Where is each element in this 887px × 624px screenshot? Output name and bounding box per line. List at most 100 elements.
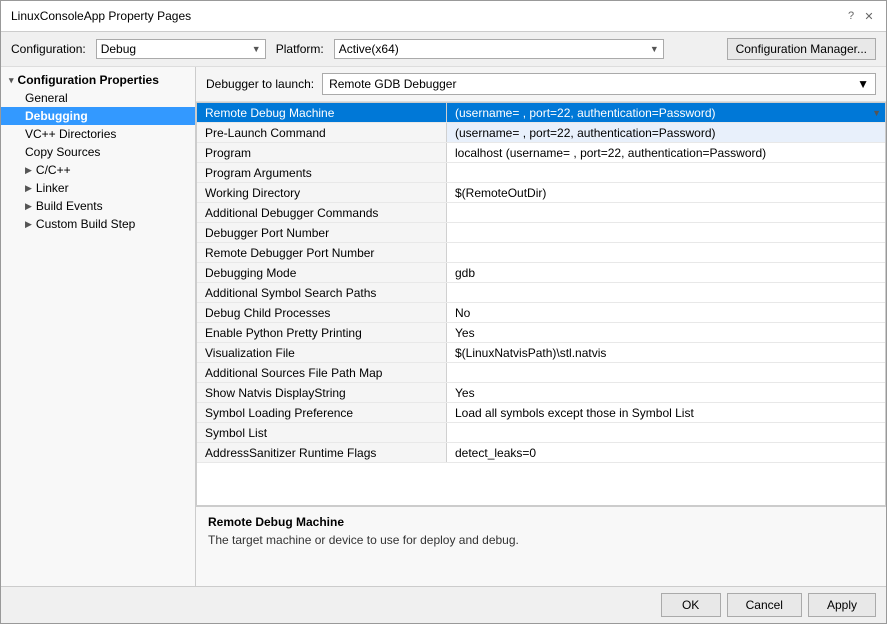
tree-arrow-icon: ▶ bbox=[25, 165, 32, 176]
sidebar-item-label: Linker bbox=[36, 181, 69, 195]
content-area: ▾ Configuration Properties General Debuggin… bbox=[1, 67, 886, 586]
debugger-arrow-icon: ▼ bbox=[857, 77, 869, 91]
sidebar-item-label: Debugging bbox=[25, 109, 88, 123]
sidebar-item-label: Configuration Properties bbox=[18, 73, 159, 87]
prop-value: $(RemoteOutDir) bbox=[447, 183, 885, 202]
prop-value bbox=[447, 243, 885, 262]
title-bar: LinuxConsoleApp Property Pages ? ✕ bbox=[1, 1, 886, 32]
tree-arrow-icon: ▶ bbox=[25, 201, 32, 212]
sidebar-item-label: Copy Sources bbox=[25, 145, 100, 159]
debugger-label: Debugger to launch: bbox=[206, 77, 314, 91]
prop-value: Load all symbols except those in Symbol … bbox=[447, 403, 885, 422]
table-row[interactable]: Debugging Modegdb bbox=[197, 263, 885, 283]
sidebar-item-linker[interactable]: ▶ Linker bbox=[1, 179, 195, 197]
table-row[interactable]: Symbol Loading PreferenceLoad all symbol… bbox=[197, 403, 885, 423]
prop-name: Working Directory bbox=[197, 183, 447, 202]
table-row[interactable]: Program Arguments bbox=[197, 163, 885, 183]
info-panel: Remote Debug Machine The target machine … bbox=[196, 506, 886, 586]
table-row[interactable]: Debug Child ProcessesNo bbox=[197, 303, 885, 323]
apply-button[interactable]: Apply bbox=[808, 593, 876, 617]
main-panel: Debugger to launch: Remote GDB Debugger … bbox=[196, 67, 886, 586]
config-value: Debug bbox=[101, 42, 136, 56]
prop-name: Additional Symbol Search Paths bbox=[197, 283, 447, 302]
prop-value bbox=[447, 283, 885, 302]
properties-table: Remote Debug Machine(username= , port=22… bbox=[196, 102, 886, 506]
table-row[interactable]: Pre-Launch Command(username= , port=22, … bbox=[197, 123, 885, 143]
config-arrow-icon: ▼ bbox=[252, 44, 261, 54]
info-title: Remote Debug Machine bbox=[208, 515, 874, 529]
bottom-buttons: OK Cancel Apply bbox=[1, 586, 886, 623]
sidebar-item-debugging[interactable]: Debugging bbox=[1, 107, 195, 125]
prop-value bbox=[447, 203, 885, 222]
prop-value: Yes bbox=[447, 323, 885, 342]
prop-name: AddressSanitizer Runtime Flags bbox=[197, 443, 447, 462]
prop-value: gdb bbox=[447, 263, 885, 282]
sidebar-item-label: Custom Build Step bbox=[36, 217, 135, 231]
config-manager-button[interactable]: Configuration Manager... bbox=[727, 38, 876, 60]
sidebar-item-label: C/C++ bbox=[36, 163, 71, 177]
help-button[interactable]: ? bbox=[844, 9, 858, 23]
sidebar-item-build-events[interactable]: ▶Build Events bbox=[1, 197, 195, 215]
sidebar-item-custom-build[interactable]: ▶ Custom Build Step bbox=[1, 215, 195, 233]
prop-name: Debugger Port Number bbox=[197, 223, 447, 242]
config-row: Configuration: Debug ▼ Platform: Active(… bbox=[1, 32, 886, 67]
prop-name: Visualization File bbox=[197, 343, 447, 362]
prop-value: detect_leaks=0 bbox=[447, 443, 885, 462]
platform-arrow-icon: ▼ bbox=[650, 44, 659, 54]
prop-name: Symbol List bbox=[197, 423, 447, 442]
config-dropdown[interactable]: Debug ▼ bbox=[96, 39, 266, 59]
table-row[interactable]: Additional Debugger Commands bbox=[197, 203, 885, 223]
table-row[interactable]: Remote Debugger Port Number bbox=[197, 243, 885, 263]
prop-name: Pre-Launch Command bbox=[197, 123, 447, 142]
tree-arrow-icon: ▾ bbox=[9, 75, 14, 86]
prop-value[interactable]: (username= , port=22, authentication=Pas… bbox=[447, 103, 885, 122]
prop-name: Additional Sources File Path Map bbox=[197, 363, 447, 382]
config-label: Configuration: bbox=[11, 42, 86, 56]
tree-arrow-icon: ▶ bbox=[25, 219, 32, 230]
prop-value: Yes bbox=[447, 383, 885, 402]
close-button[interactable]: ✕ bbox=[862, 9, 876, 23]
sidebar-item-config-props[interactable]: ▾ Configuration Properties bbox=[1, 71, 195, 89]
prop-name: Enable Python Pretty Printing bbox=[197, 323, 447, 342]
prop-name: Debugging Mode bbox=[197, 263, 447, 282]
sidebar-item-vcpp[interactable]: VC++ Directories bbox=[1, 125, 195, 143]
sidebar-item-copy-sources[interactable]: Copy Sources bbox=[1, 143, 195, 161]
debugger-value: Remote GDB Debugger bbox=[329, 77, 456, 91]
prop-name: Symbol Loading Preference bbox=[197, 403, 447, 422]
platform-value: Active(x64) bbox=[339, 42, 399, 56]
sidebar-item-cpp[interactable]: ▶ C/C++ bbox=[1, 161, 195, 179]
platform-label: Platform: bbox=[276, 42, 324, 56]
main-window: LinuxConsoleApp Property Pages ? ✕ Confi… bbox=[0, 0, 887, 624]
dropdown-arrow-icon: ▼ bbox=[872, 108, 881, 118]
sidebar: ▾ Configuration Properties General Debuggin… bbox=[1, 67, 196, 586]
table-row[interactable]: Show Natvis DisplayStringYes bbox=[197, 383, 885, 403]
debugger-select[interactable]: Remote GDB Debugger ▼ bbox=[322, 73, 876, 95]
prop-value bbox=[447, 423, 885, 442]
window-title: LinuxConsoleApp Property Pages bbox=[11, 9, 191, 23]
prop-value bbox=[447, 223, 885, 242]
tree-arrow-icon: ▶ bbox=[25, 183, 32, 194]
prop-name: Debug Child Processes bbox=[197, 303, 447, 322]
ok-button[interactable]: OK bbox=[661, 593, 721, 617]
prop-value: No bbox=[447, 303, 885, 322]
debugger-row: Debugger to launch: Remote GDB Debugger … bbox=[196, 67, 886, 102]
prop-value bbox=[447, 363, 885, 382]
table-row[interactable]: Symbol List bbox=[197, 423, 885, 443]
prop-name: Additional Debugger Commands bbox=[197, 203, 447, 222]
table-row[interactable]: Debugger Port Number bbox=[197, 223, 885, 243]
table-row[interactable]: AddressSanitizer Runtime Flagsdetect_lea… bbox=[197, 443, 885, 463]
cancel-button[interactable]: Cancel bbox=[727, 593, 802, 617]
table-row[interactable]: Visualization File$(LinuxNatvisPath)\stl… bbox=[197, 343, 885, 363]
table-row[interactable]: Programlocalhost (username= , port=22, a… bbox=[197, 143, 885, 163]
table-row[interactable]: Working Directory$(RemoteOutDir) bbox=[197, 183, 885, 203]
title-bar-controls: ? ✕ bbox=[844, 9, 876, 23]
sidebar-item-general[interactable]: General bbox=[1, 89, 195, 107]
platform-dropdown[interactable]: Active(x64) ▼ bbox=[334, 39, 664, 59]
table-row[interactable]: Remote Debug Machine(username= , port=22… bbox=[197, 103, 885, 123]
prop-name: Show Natvis DisplayString bbox=[197, 383, 447, 402]
sidebar-item-label: General bbox=[25, 91, 68, 105]
table-row[interactable]: Additional Sources File Path Map bbox=[197, 363, 885, 383]
prop-value: localhost (username= , port=22, authenti… bbox=[447, 143, 885, 162]
table-row[interactable]: Additional Symbol Search Paths bbox=[197, 283, 885, 303]
table-row[interactable]: Enable Python Pretty PrintingYes bbox=[197, 323, 885, 343]
